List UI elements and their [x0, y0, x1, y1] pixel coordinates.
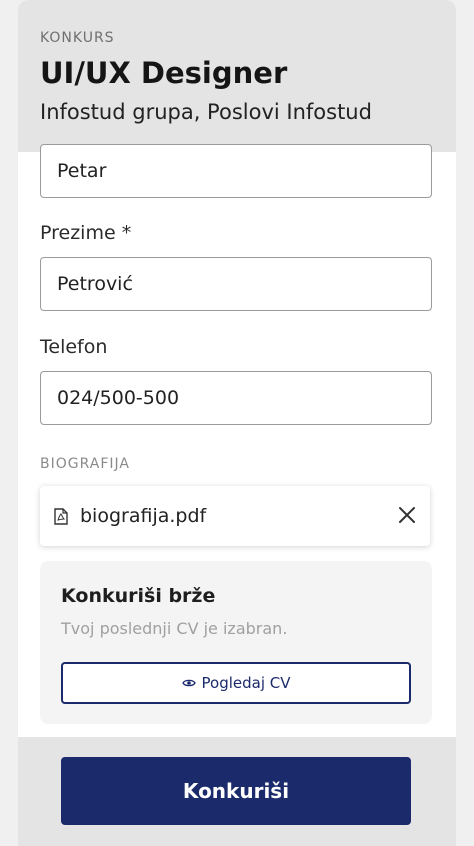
job-header: KONKURS UI/UX Designer Infostud grupa, P…: [18, 0, 456, 152]
apply-button[interactable]: Konkuriši: [61, 757, 411, 825]
bio-section-label: BIOGRAFIJA: [40, 456, 130, 472]
quick-apply-title: Konkuriši brže: [61, 585, 216, 607]
footer-bar: Konkuriši: [18, 737, 456, 846]
uploaded-file-card: biografija.pdf: [40, 486, 430, 546]
close-icon: [399, 507, 415, 523]
eye-icon: [181, 674, 196, 692]
job-kicker: KONKURS: [40, 30, 115, 46]
view-cv-label: Pogledaj CV: [201, 674, 291, 692]
pdf-file-icon: [54, 508, 68, 525]
last-name-input[interactable]: [40, 257, 432, 311]
phone-input[interactable]: [40, 371, 432, 425]
quick-apply-subtitle: Tvoj poslednji CV je izabran.: [61, 619, 288, 638]
file-name: biografija.pdf: [80, 505, 207, 527]
first-name-input[interactable]: [40, 144, 432, 198]
quick-apply-panel: Konkuriši brže Tvoj poslednji CV je izab…: [40, 561, 432, 724]
remove-file-button[interactable]: [396, 504, 418, 526]
application-form-page: KONKURS UI/UX Designer Infostud grupa, P…: [18, 0, 456, 846]
last-name-label: Prezime *: [40, 222, 132, 244]
company-name: Infostud grupa, Poslovi Infostud: [40, 100, 372, 124]
phone-label: Telefon: [40, 336, 108, 358]
view-cv-button[interactable]: Pogledaj CV: [61, 662, 411, 704]
job-title: UI/UX Designer: [40, 56, 288, 90]
